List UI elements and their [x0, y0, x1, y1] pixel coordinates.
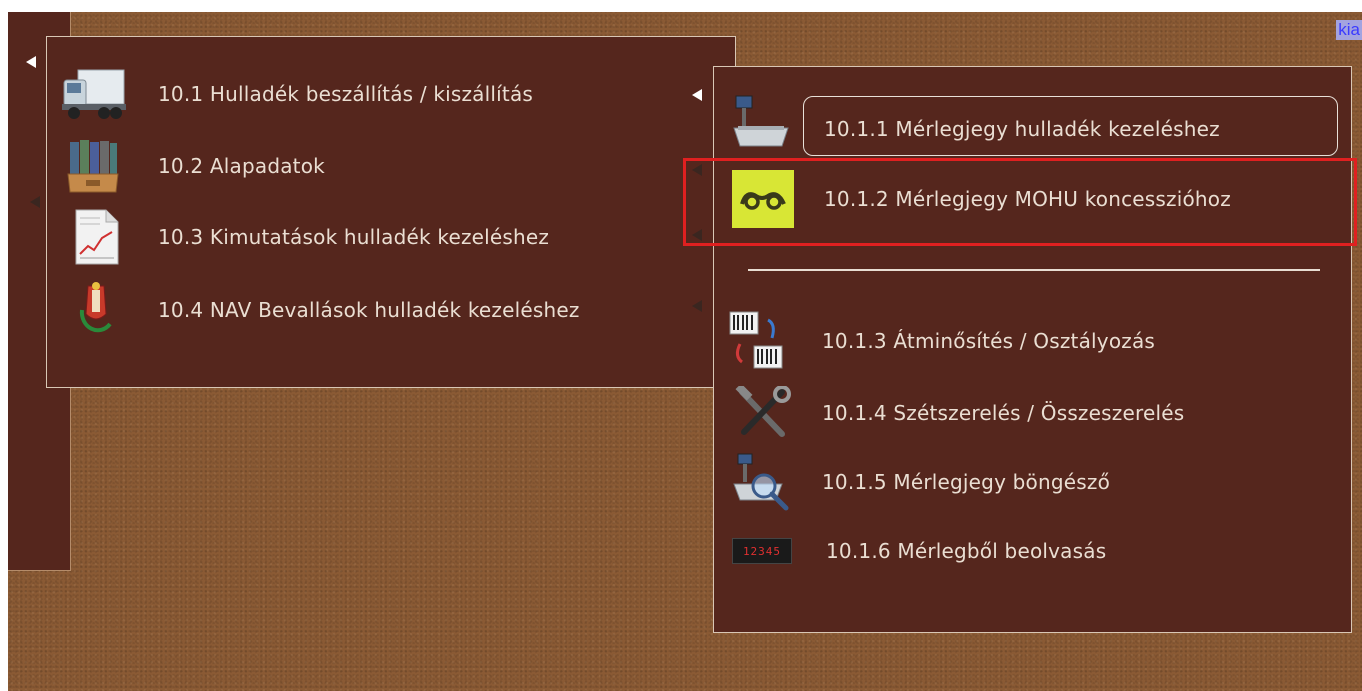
- menu-item-nav-bevallasok[interactable]: 10.4 NAV Bevallások hulladék kezeléshez: [72, 280, 580, 340]
- menu-item-label: 10.4 NAV Bevallások hulladék kezeléshez: [158, 298, 580, 322]
- submenu-item-label: 10.1.4 Szétszerelés / Összeszerelés: [822, 401, 1185, 425]
- submenu-item-szetszereles[interactable]: 10.1.4 Szétszerelés / Összeszerelés: [732, 386, 1184, 440]
- nav-emblem-icon: [79, 282, 112, 333]
- truck-icon: [62, 69, 126, 119]
- menu-item-label: 10.2 Alapadatok: [158, 154, 325, 178]
- submenu-item-label: 10.1.6 Mérlegből beolvasás: [826, 539, 1107, 563]
- menu-item-kimutatasok[interactable]: 10.3 Kimutatások hulladék kezeléshez: [72, 208, 549, 266]
- digital-display-icon: 12345: [732, 538, 792, 564]
- submenu-item-merlegjegy-bongeszo[interactable]: 10.1.5 Mérlegjegy böngésző: [732, 452, 1110, 512]
- scale-icon: [733, 95, 789, 147]
- collapse-arrow-icon[interactable]: [30, 196, 40, 208]
- menu-separator: [748, 269, 1320, 271]
- corner-link[interactable]: kia: [1336, 20, 1362, 40]
- menu-item-hulladek-beszallitas[interactable]: 10.1 Hulladék beszállítás / kiszállítás: [60, 66, 533, 122]
- tools-icon: [735, 386, 791, 437]
- binders-icon: [67, 140, 119, 193]
- submenu-arrow-icon[interactable]: [692, 300, 702, 312]
- submenu-item-label: 10.1.3 Átminősítés / Osztályozás: [822, 329, 1156, 353]
- selection-highlight: [683, 158, 1357, 246]
- scale-search-icon: [733, 453, 789, 511]
- report-chart-icon: [75, 209, 119, 265]
- display-digits: 12345: [742, 544, 782, 558]
- submenu-item-label: 10.1.5 Mérlegjegy böngésző: [822, 470, 1111, 494]
- menu-item-label: 10.1 Hulladék beszállítás / kiszállítás: [158, 82, 534, 106]
- submenu-item-atminosites[interactable]: 10.1.3 Átminősítés / Osztályozás: [728, 310, 1155, 372]
- submenu-item-merlegjegy-hulladek[interactable]: 10.1.1 Mérlegjegy hulladék kezeléshez: [730, 94, 1220, 152]
- left-strip: [0, 0, 8, 691]
- submenu-item-label: 10.1.1 Mérlegjegy hulladék kezeléshez: [824, 117, 1220, 141]
- menu-item-label: 10.3 Kimutatások hulladék kezeléshez: [158, 225, 550, 249]
- submenu-item-merlegbol-beolvasas[interactable]: 12345 10.1.6 Mérlegből beolvasás: [732, 538, 1106, 564]
- menu-item-alapadatok[interactable]: 10.2 Alapadatok: [66, 138, 325, 194]
- barcode-swap-icon: [729, 311, 783, 369]
- expand-arrow-icon[interactable]: [26, 56, 36, 68]
- submenu-arrow-icon[interactable]: [692, 89, 702, 101]
- top-strip: [0, 0, 1362, 12]
